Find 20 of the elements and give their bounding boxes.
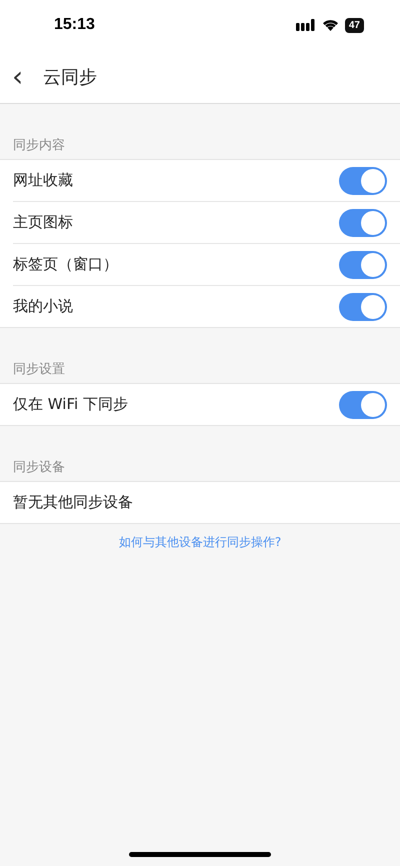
toggle-switch[interactable] xyxy=(339,208,387,236)
section-header: 同步设备 xyxy=(12,459,66,477)
status-time: 15:13 xyxy=(54,16,95,34)
toggle-switch[interactable] xyxy=(339,390,387,418)
row-label: 网址收藏 xyxy=(13,171,73,190)
wifi-icon xyxy=(322,19,339,31)
row-label: 暂无其他同步设备 xyxy=(13,493,133,512)
page-title: 云同步 xyxy=(43,66,98,88)
row-label: 主页图标 xyxy=(13,213,73,232)
section-header: 同步内容 xyxy=(12,137,66,155)
battery-level: 47 xyxy=(344,18,364,32)
signal-icon xyxy=(296,19,316,31)
row-label: 标签页（窗口） xyxy=(13,255,118,274)
row-label: 我的小说 xyxy=(13,297,73,316)
toggle-switch[interactable] xyxy=(339,292,387,320)
toggle-switch[interactable] xyxy=(339,166,387,194)
row-label: 仅在 WiFi 下同步 xyxy=(13,395,128,414)
section-header: 同步设置 xyxy=(12,361,66,379)
toggle-switch[interactable] xyxy=(339,250,387,278)
back-button[interactable]: ‹ xyxy=(12,62,24,90)
